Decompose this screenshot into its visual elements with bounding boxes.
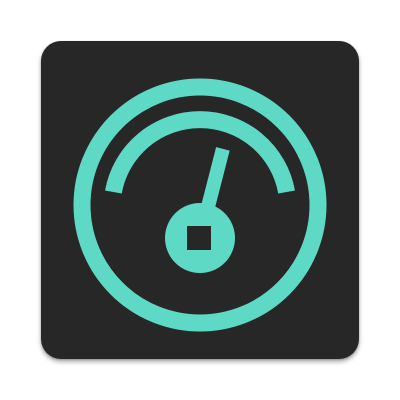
speedometer-icon — [73, 78, 327, 332]
app-icon-canvas — [0, 0, 400, 400]
gauge-hub-center-square — [187, 226, 211, 250]
dial-scale-arc — [105, 111, 295, 194]
app-icon-tile[interactable] — [41, 41, 359, 359]
